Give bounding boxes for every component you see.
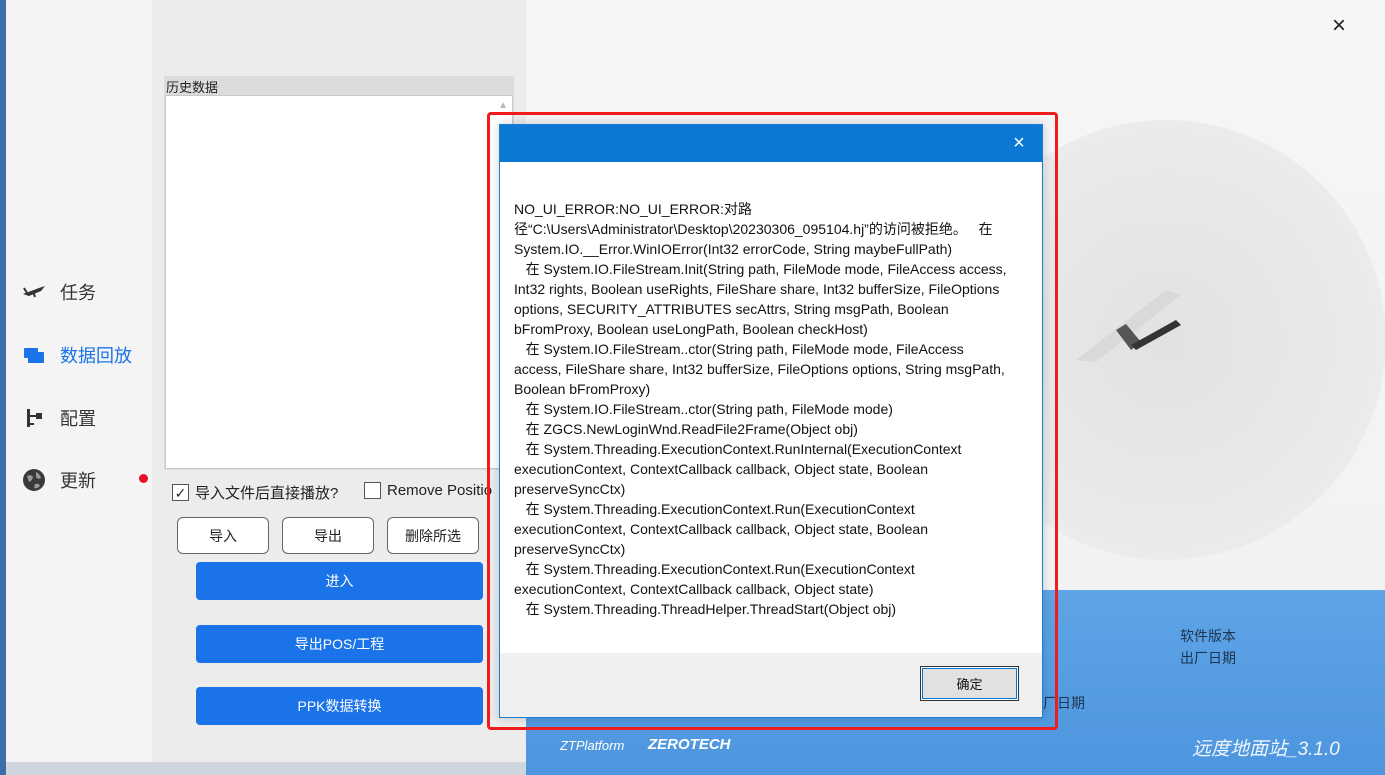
- nav-item-task[interactable]: 任务: [20, 274, 148, 310]
- ppk-convert-button-label: PPK数据转换: [297, 698, 382, 714]
- dialog-body: NO_UI_ERROR:NO_UI_ERROR:对路径“C:\Users\Adm…: [500, 162, 1042, 653]
- remove-position-checkbox-label: Remove Positio: [387, 482, 493, 499]
- enter-button-label: 进入: [325, 573, 354, 589]
- import-button[interactable]: 导入: [177, 517, 269, 554]
- error-dialog: × NO_UI_ERROR:NO_UI_ERROR:对路径“C:\Users\A…: [499, 124, 1043, 718]
- drone-illustration: [1076, 290, 1181, 362]
- ok-button-label: 确定: [956, 677, 983, 692]
- update-notification-dot: [139, 474, 148, 483]
- nav-item-label: 数据回放: [60, 346, 132, 366]
- remove-position-checkbox[interactable]: Remove Positio: [364, 482, 504, 499]
- checkbox-unchecked-icon: [364, 482, 381, 499]
- close-icon[interactable]: ×: [996, 125, 1042, 162]
- history-data-list[interactable]: ▲: [165, 95, 513, 469]
- nav-item-config[interactable]: 配置: [20, 400, 148, 436]
- history-data-label: 历史数据: [166, 80, 219, 95]
- folder-icon: [20, 343, 48, 367]
- app-version-text: 远度地面站_3.1.0: [1192, 739, 1340, 760]
- drone-icon: [20, 280, 48, 304]
- scroll-up-icon[interactable]: ▲: [498, 100, 508, 111]
- playback-panel: 历史数据 ▲ ✓ 导入文件后直接播放? Remove Positio 导入 导出…: [152, 0, 526, 775]
- autoplay-checkbox[interactable]: ✓ 导入文件后直接播放?: [172, 482, 338, 503]
- brand-ztplatform-logo: ZTPlatform: [560, 738, 625, 753]
- export-pos-button[interactable]: 导出POS/工程: [196, 625, 483, 663]
- close-icon[interactable]: ×: [1332, 12, 1346, 40]
- history-data-group: 历史数据 ▲: [164, 76, 514, 470]
- delete-selected-button[interactable]: 删除所选: [387, 517, 479, 554]
- checkbox-checked-icon: ✓: [172, 484, 189, 501]
- globe-icon: [20, 468, 48, 492]
- software-version-label: 软件版本: [1180, 628, 1236, 644]
- config-tree-icon: [20, 406, 48, 430]
- taskbar-strip: [6, 762, 526, 775]
- export-button-label: 导出: [314, 527, 342, 544]
- export-button[interactable]: 导出: [282, 517, 374, 554]
- brand-zerotech-logo: ZEROTECH: [648, 736, 731, 753]
- enter-button[interactable]: 进入: [196, 562, 483, 600]
- sidebar-nav: 任务 数据回放 配置 更新: [6, 0, 152, 775]
- nav-item-label: 更新: [60, 471, 96, 491]
- nav-item-label: 任务: [60, 283, 96, 303]
- autoplay-checkbox-label: 导入文件后直接播放?: [195, 485, 339, 502]
- nav-item-update[interactable]: 更新: [20, 462, 148, 498]
- ok-button[interactable]: 确定: [920, 666, 1019, 701]
- nav-item-label: 配置: [60, 409, 96, 429]
- ppk-convert-button[interactable]: PPK数据转换: [196, 687, 483, 725]
- nav-item-data-playback[interactable]: 数据回放: [20, 337, 148, 373]
- error-message-text: NO_UI_ERROR:NO_UI_ERROR:对路径“C:\Users\Adm…: [514, 201, 1007, 617]
- import-button-label: 导入: [209, 527, 237, 544]
- release-date-label: 出厂日期: [1180, 650, 1236, 666]
- delete-selected-button-label: 删除所选: [405, 527, 461, 544]
- dialog-titlebar: ×: [500, 125, 1042, 162]
- export-pos-button-label: 导出POS/工程: [294, 636, 385, 652]
